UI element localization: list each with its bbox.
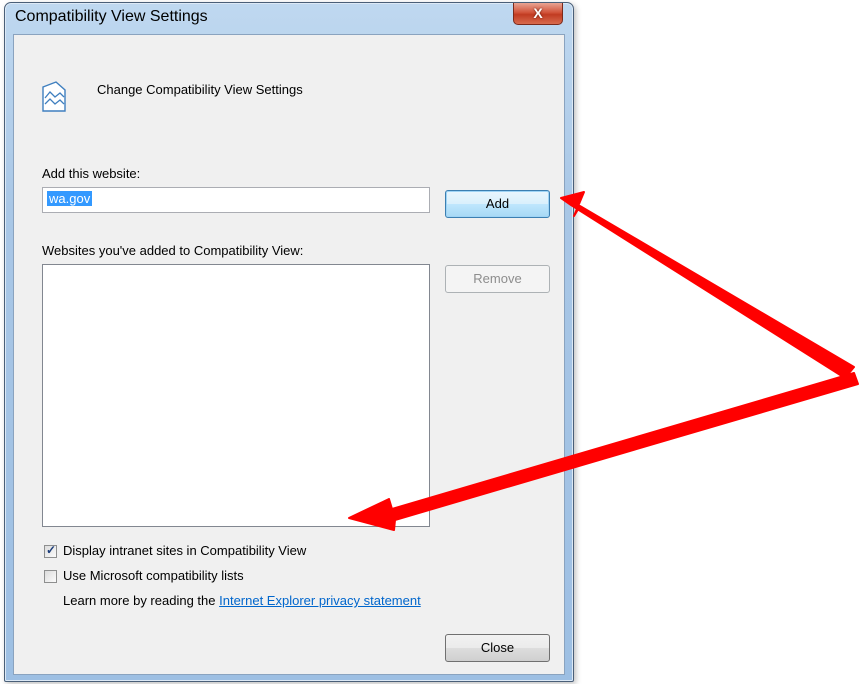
dialog-body: Change Compatibility View Settings Add t… [13,34,565,675]
title-bar[interactable]: Compatibility View Settings X [5,3,573,33]
add-button[interactable]: Add [445,190,550,218]
add-website-value: wa.gov [47,191,93,206]
intranet-checkbox-label[interactable]: Display intranet sites in Compatibility … [63,543,306,558]
remove-button[interactable]: Remove [445,265,550,293]
dialog-heading: Change Compatibility View Settings [97,82,303,97]
close-button[interactable]: Close [445,634,550,662]
learn-more-prefix: Learn more by reading the [63,593,220,608]
add-website-input[interactable]: wa.gov [42,187,430,213]
window-title: Compatibility View Settings [15,8,208,25]
learn-more-text: Learn more by reading the Internet Explo… [63,593,421,608]
added-websites-label: Websites you've added to Compatibility V… [42,243,304,258]
arrow-to-add-button [560,191,855,379]
added-websites-list[interactable] [42,264,430,527]
close-window-button[interactable]: X [513,3,563,25]
privacy-statement-link[interactable]: Internet Explorer privacy statement [219,593,421,608]
add-website-label: Add this website: [42,166,141,181]
intranet-checkbox[interactable]: ✓ [44,543,57,558]
checkmark-icon: ✓ [46,543,57,557]
ms-lists-checkbox-label[interactable]: Use Microsoft compatibility lists [63,568,244,583]
ms-lists-checkbox[interactable] [44,570,57,583]
dialog-window: Compatibility View Settings X Change Com… [4,2,574,682]
compatibility-view-icon [42,81,66,112]
